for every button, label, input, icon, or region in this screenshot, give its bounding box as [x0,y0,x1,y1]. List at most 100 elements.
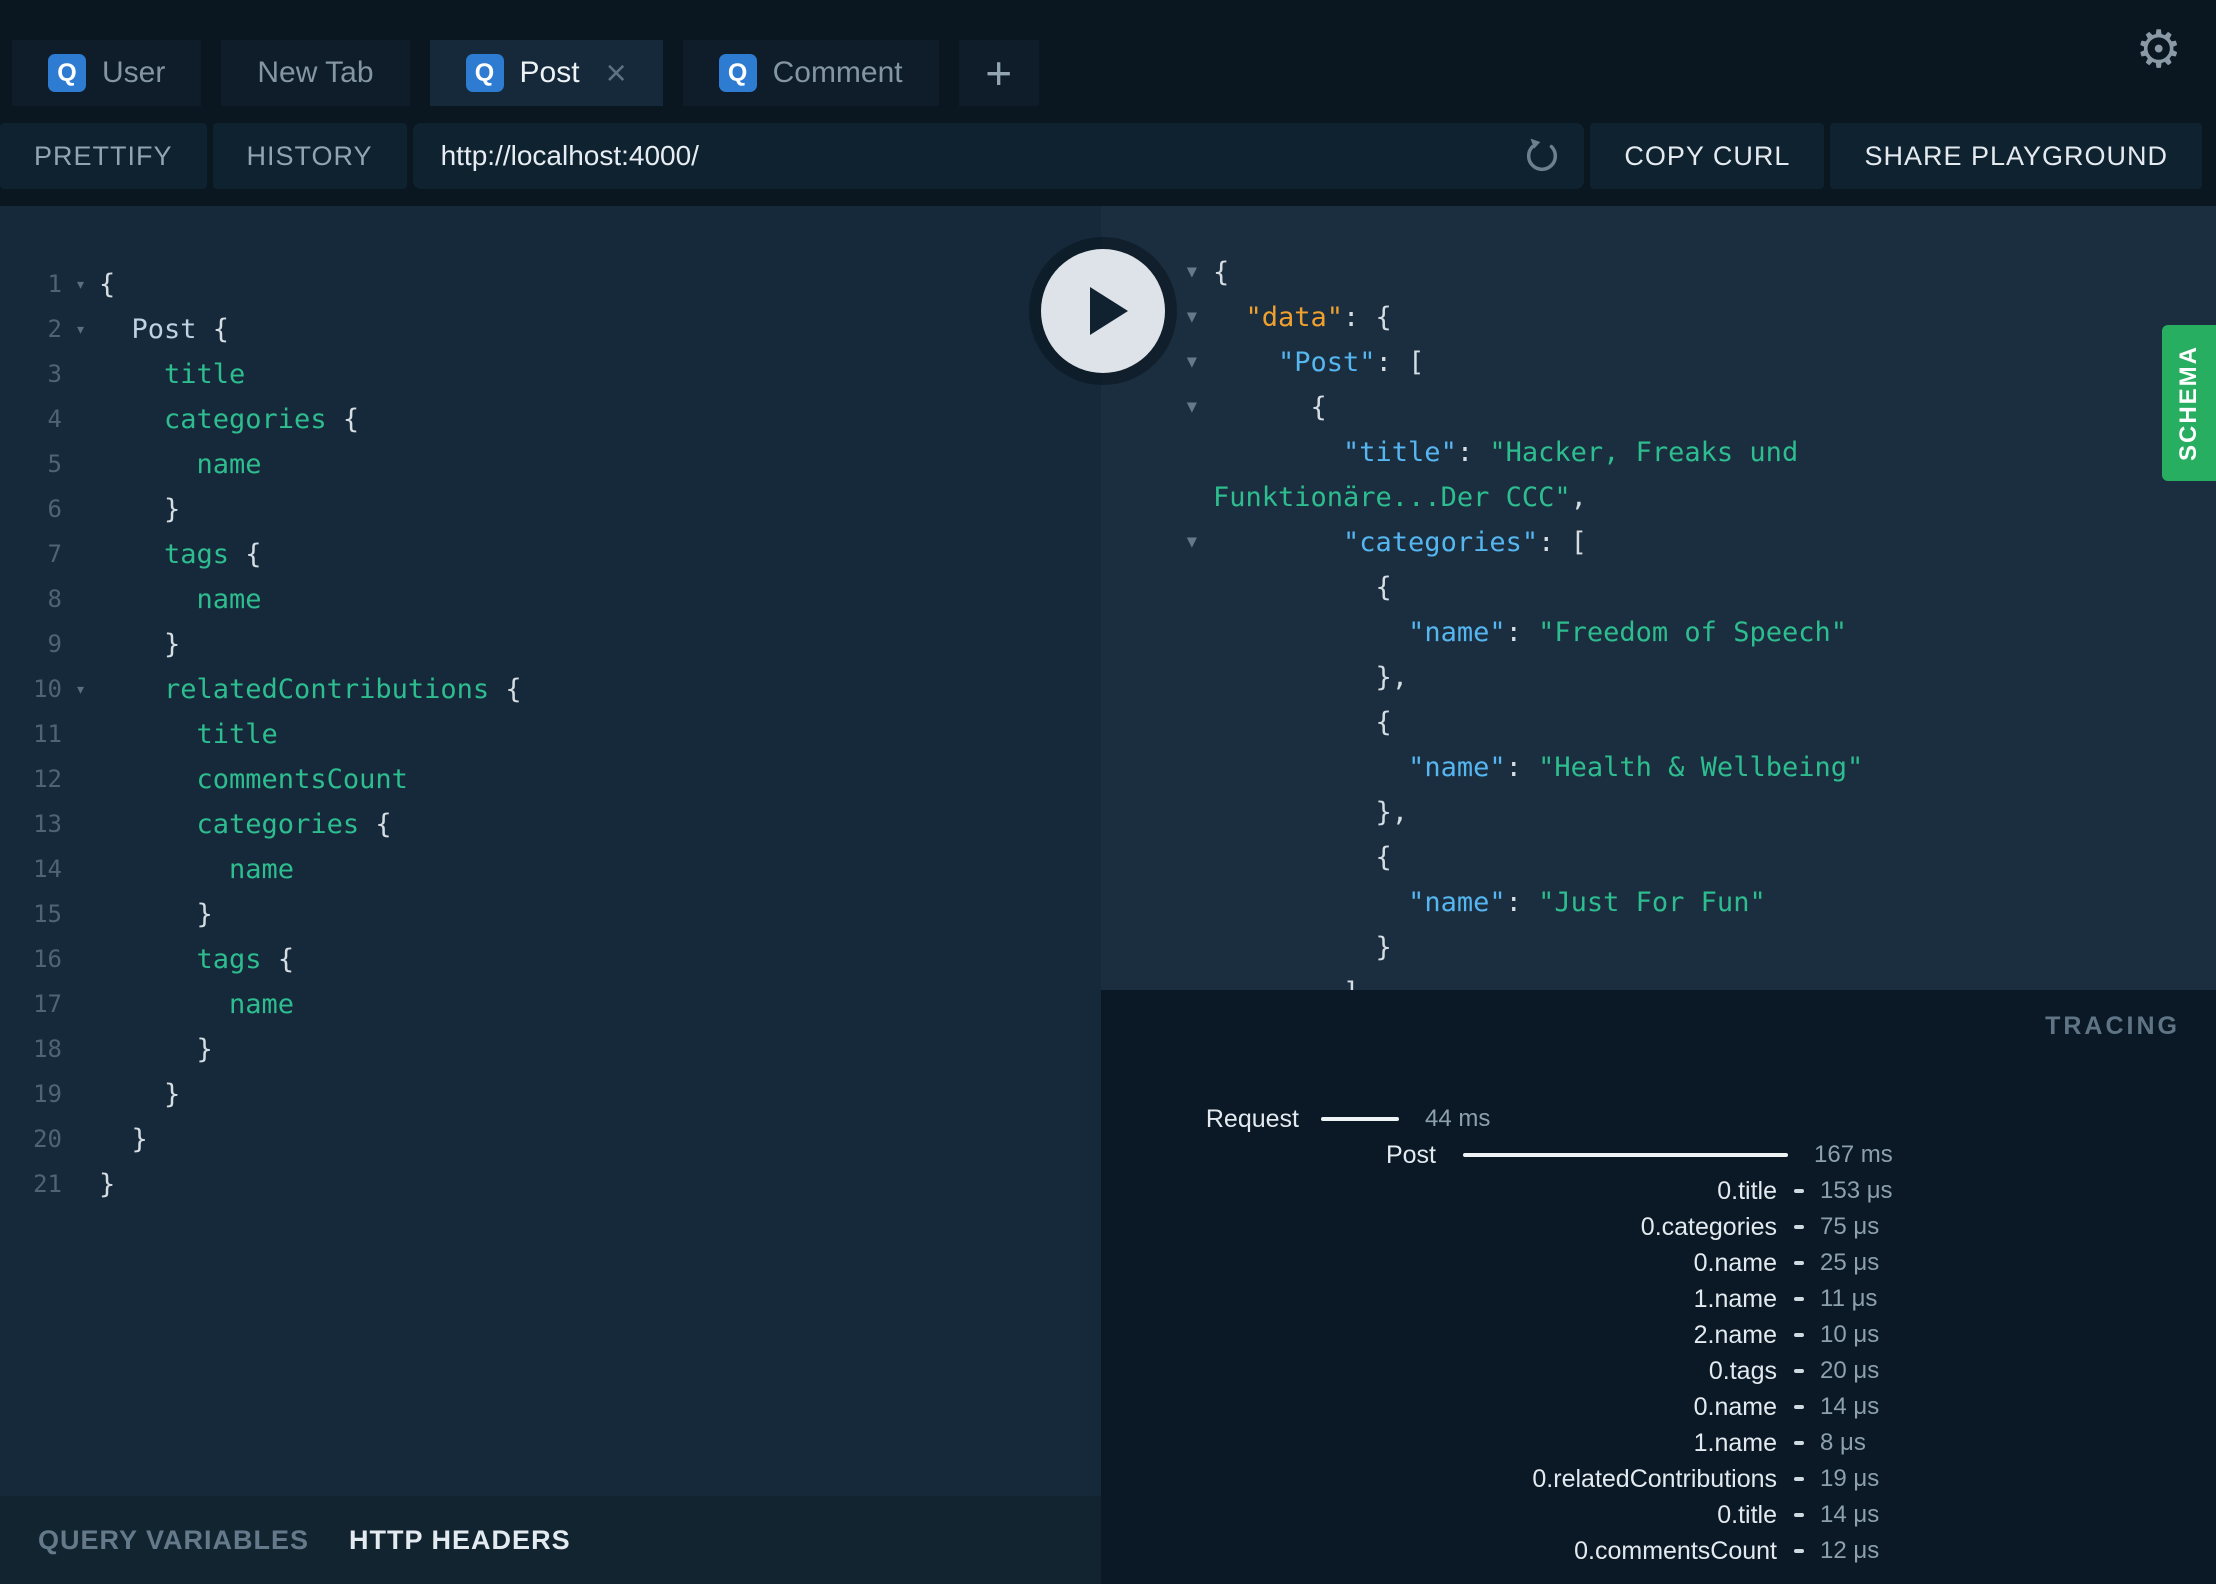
tracing-label: 0.title [1717,1176,1777,1205]
http-headers-button[interactable]: HTTP HEADERS [349,1525,571,1556]
response-text: ] [1213,970,1359,990]
main-split: 1 ▾{2 ▾ Post {3 title 4 categories {5 name 6} 7 ta… [0,206,2216,1584]
tracing-row: 0.title 153 μs [1137,1173,2180,1209]
tracing-row: 1.name 11 μs [1137,1281,2180,1317]
line-number: 7 [47,540,62,568]
collapse-arrow-icon[interactable]: ▾ [62,667,99,712]
gutter-spacer [1101,790,1213,835]
tracing-row: Post 167 ms [1137,1137,2180,1173]
collapse-arrow-icon[interactable]: ▼ [1101,385,1213,430]
query-editor-lines[interactable]: 1 ▾{2 ▾ Post {3 title 4 categories {5 name 6} 7 ta… [0,206,1101,1496]
tracing-label: 0.name [1693,1248,1777,1277]
collapse-arrow-icon[interactable]: ▾ [62,307,99,352]
query-line[interactable]: 10 ▾ relatedContributions { [0,667,1101,712]
tab-new-tab[interactable]: New Tab [221,40,410,106]
query-badge-icon: Q [465,54,504,92]
duration-tick [1794,1513,1804,1517]
schema-tab-button[interactable]: SCHEMA [2162,325,2216,481]
tab-bar: Q User New Tab Q Post × Q Comment + ⚙ [0,0,2216,106]
gutter-spacer [62,532,99,577]
query-line[interactable]: 19} [0,1072,1101,1117]
tracing-time: 25 μs [1820,1249,1880,1276]
tracing-row: 0.title 14 μs [1137,1497,2180,1533]
line-number: 5 [47,450,62,478]
query-line[interactable]: 3 title [0,352,1101,397]
response-line: ▼ "Post": [ [1101,340,2216,385]
code-text: } [196,899,213,930]
tracing-time: 12 μs [1820,1537,1880,1564]
execute-query-button[interactable] [1041,249,1165,373]
query-line[interactable]: 14 name [0,847,1101,892]
response-line: }, [1101,790,2216,835]
response-text: "name": "Just For Fun" [1408,887,1766,918]
tracing-time: 8 μs [1820,1429,1866,1456]
settings-gear-icon[interactable]: ⚙ [2135,24,2182,76]
code-text: } [164,629,181,660]
code-text: { [99,269,116,300]
query-line[interactable]: 16 tags { [0,937,1101,982]
query-line[interactable]: 20} [0,1117,1101,1162]
code-text: name [229,854,295,885]
gutter-spacer [1101,475,1213,520]
share-playground-button[interactable]: SHARE PLAYGROUND [1830,123,2202,189]
tracing-row: 0.name 25 μs [1137,1245,2180,1281]
tab-post[interactable]: Q Post × [429,40,663,106]
query-line[interactable]: 11 title [0,712,1101,757]
query-variables-button[interactable]: QUERY VARIABLES [38,1525,309,1556]
toolbar: PRETTIFY HISTORY COPY CURL SHARE PLAYGRO… [0,106,2216,206]
history-button[interactable]: HISTORY [212,123,407,189]
gutter-spacer [62,1162,99,1207]
prettify-button[interactable]: PRETTIFY [0,123,207,189]
code-text: categories { [164,404,360,435]
collapse-arrow-icon[interactable]: ▼ [1101,520,1213,565]
query-badge-icon: Q [718,54,757,92]
duration-tick [1794,1477,1804,1481]
code-text: } [196,1034,213,1065]
duration-tick [1794,1297,1804,1301]
query-line[interactable]: 12 commentsCount [0,757,1101,802]
response-line: }, [1101,655,2216,700]
query-line[interactable]: 2 ▾ Post { [0,307,1101,352]
response-line: "name": "Freedom of Speech" [1101,610,2216,655]
query-line[interactable]: 15} [0,892,1101,937]
query-line[interactable]: 13 categories { [0,802,1101,847]
gutter-spacer [1101,700,1213,745]
query-line[interactable]: 9} [0,622,1101,667]
tracing-rows: Request 44 ms Post 167 ms 0.title 153 μs 0.cat… [1137,1101,2180,1569]
gutter-spacer [1101,655,1213,700]
tracing-panel: TRACING Request 44 ms Post 167 ms 0.title 153… [1101,990,2216,1584]
tracing-label: 0.commentsCount [1574,1536,1777,1565]
response-line: } [1101,925,2216,970]
query-line[interactable]: 8 name [0,577,1101,622]
query-line[interactable]: 18} [0,1027,1101,1072]
gutter-spacer [62,1027,99,1072]
tracing-time: 10 μs [1820,1321,1880,1348]
add-tab-button[interactable]: + [958,40,1039,106]
tab-user[interactable]: Q User [12,40,202,106]
response-line: { [1101,835,2216,880]
duration-bar [1463,1153,1788,1157]
line-number: 21 [33,1170,62,1198]
endpoint-url-input[interactable] [440,140,1523,172]
tracing-label: 0.relatedContributions [1532,1464,1777,1493]
tracing-label: 0.tags [1708,1356,1777,1385]
reload-icon[interactable] [1522,136,1562,176]
duration-tick [1794,1333,1804,1337]
gutter-spacer [1101,925,1213,970]
tracing-row: 0.tags 20 μs [1137,1353,2180,1389]
query-line[interactable]: 1 ▾{ [0,262,1101,307]
query-line[interactable]: 17 name [0,982,1101,1027]
query-line[interactable]: 4 categories { [0,397,1101,442]
tab-comment[interactable]: Q Comment [682,40,939,106]
close-tab-icon[interactable]: × [606,55,627,91]
copy-curl-button[interactable]: COPY CURL [1590,123,1825,189]
query-line[interactable]: 7 tags { [0,532,1101,577]
query-line[interactable]: 21} [0,1162,1101,1207]
query-line[interactable]: 5 name [0,442,1101,487]
query-line[interactable]: 6} [0,487,1101,532]
gutter-spacer [62,487,99,532]
response-line: ▼ "categories": [ [1101,520,2216,565]
code-text: tags { [196,944,295,975]
collapse-arrow-icon[interactable]: ▾ [62,262,99,307]
duration-tick [1794,1441,1804,1445]
